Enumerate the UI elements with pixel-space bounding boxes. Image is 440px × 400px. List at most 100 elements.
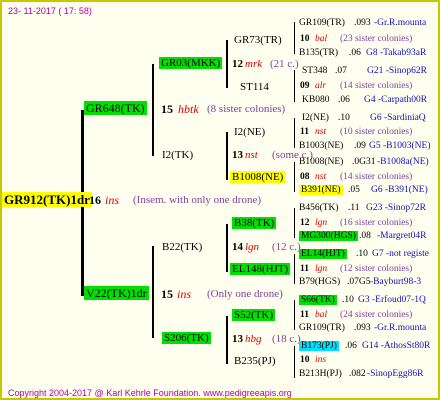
g4-mid-1: .093 bbox=[354, 18, 371, 28]
g4-right-13: G3 -Erfoud07-1Q bbox=[358, 295, 426, 305]
g4-node-9[interactable]: B456(TK) bbox=[299, 203, 339, 214]
g1-note-b: (Only one drone) bbox=[207, 288, 283, 300]
g4-right-3: G21 -Sinop62R bbox=[367, 66, 427, 76]
g3-node-4[interactable]: B1008(NE) bbox=[230, 171, 286, 183]
g3-node-2[interactable]: ST114 bbox=[240, 82, 269, 93]
g4-right-9: G23 -Sinop72R bbox=[366, 203, 426, 213]
g2-race-4: hbg bbox=[245, 333, 262, 345]
g4-node-3[interactable]: ST348 bbox=[302, 66, 328, 77]
g3-race-1: bal bbox=[315, 34, 328, 44]
g2-node-2[interactable]: I2(TK) bbox=[162, 150, 193, 161]
copyright-footer: Copyright 2004-2017 @ Karl Kehrle Founda… bbox=[8, 388, 292, 398]
g4-name-4: KB080 bbox=[302, 95, 330, 105]
g4-name-8: B391(NE) bbox=[299, 185, 343, 195]
g4-right-8: G6 -B391(NE) bbox=[371, 185, 428, 195]
g1-node-b[interactable]: V22(TK)1dr bbox=[84, 286, 149, 300]
g3-node-8[interactable]: B235(PJ) bbox=[234, 356, 276, 367]
connector-g1a-kids bbox=[152, 64, 154, 156]
g4-mid-2: .06 bbox=[349, 48, 361, 58]
g2-node-3[interactable]: B22(TK) bbox=[162, 242, 202, 253]
g3-name-2: ST114 bbox=[240, 81, 269, 93]
g4-node-4[interactable]: KB080 bbox=[302, 95, 330, 106]
g4-right-5: G6 -SardiniaQ bbox=[370, 113, 426, 123]
g3-node-7[interactable]: S52(TK) bbox=[232, 309, 276, 321]
g2-node-4[interactable]: S206(TK) bbox=[162, 332, 211, 344]
g4-name-16: B213H(PJ) bbox=[299, 369, 342, 379]
g3-num-7: 11 bbox=[300, 310, 309, 320]
g4-node-11[interactable]: EL14(HJT) bbox=[299, 249, 347, 260]
g4-node-7[interactable]: B1008(NE) bbox=[299, 157, 343, 168]
g4-mid-16: .082 bbox=[349, 369, 366, 379]
g4-node-14[interactable]: GR109(TR) bbox=[299, 323, 345, 334]
g4-node-2[interactable]: B135(TR) bbox=[299, 48, 338, 59]
root-node[interactable]: GR912(TK)1dr bbox=[2, 192, 92, 207]
g3-race-2: alr bbox=[315, 81, 327, 91]
g4-right-15: G14 -AthosSt80R bbox=[362, 341, 431, 351]
g4-mid-15: .06 bbox=[345, 341, 357, 351]
g4-right-16: -SinopEgg86R bbox=[367, 369, 424, 379]
g4-right-7: -B1008a(NE) bbox=[377, 157, 429, 167]
g2-num-1: 12 bbox=[232, 58, 243, 70]
g4-node-12[interactable]: B79(HGS) bbox=[299, 277, 341, 288]
g4-name-1: GR109(TR) bbox=[299, 18, 345, 28]
connector-g3-6 bbox=[294, 254, 295, 284]
g3-num-6: 11 bbox=[300, 264, 309, 274]
root-num: 16 bbox=[89, 193, 101, 207]
connector-g1b-kids bbox=[152, 246, 154, 338]
g3-name-3: I2(NE) bbox=[234, 126, 266, 138]
g4-node-15[interactable]: B173(PJ) bbox=[299, 341, 339, 352]
g2-note-3: (12 c.) bbox=[272, 241, 301, 253]
g4-node-6[interactable]: B1003(NE) bbox=[299, 141, 344, 152]
g2-num-3: 14 bbox=[232, 241, 243, 253]
connector-g3-1 bbox=[294, 22, 295, 54]
g4-name-3: ST348 bbox=[302, 66, 328, 76]
g4-name-12: B79(HGS) bbox=[299, 277, 341, 287]
g4-node-8[interactable]: B391(NE) bbox=[299, 185, 343, 196]
pedigree-frame: 23- 11-2017 ( 17: 58) GR912(TK)1dr 16 in… bbox=[0, 0, 440, 400]
g4-node-13[interactable]: S66(TK) bbox=[299, 295, 337, 306]
g1-name-b: V22(TK)1dr bbox=[84, 286, 149, 300]
g3-node-3[interactable]: I2(NE) bbox=[234, 127, 265, 138]
g4-name-6: B1003(NE) bbox=[299, 141, 344, 151]
g3-note-6: (12 sister colonies) bbox=[340, 264, 413, 274]
g4-mid-6: .09 bbox=[354, 141, 366, 151]
g3-note-1: (23 sister colonies) bbox=[340, 34, 413, 44]
g4-right-14: -Gr.R.mounta bbox=[374, 323, 427, 333]
g4-right-2: G8 -Takab93aR bbox=[366, 48, 427, 58]
g3-note-7: (24 sister colonies) bbox=[340, 310, 413, 320]
g4-mid-14: .093 bbox=[354, 323, 371, 333]
g4-name-9: B456(TK) bbox=[299, 203, 339, 213]
g3-name-8: B235(PJ) bbox=[234, 355, 276, 367]
g4-right-11: G7 -not registe bbox=[372, 249, 429, 259]
g2-name-4: S206(TK) bbox=[162, 332, 211, 344]
g4-name-10: MG300(HGS) bbox=[299, 231, 358, 241]
g1-note-a: (8 sister colonies) bbox=[207, 103, 286, 115]
connector-g3-2 bbox=[294, 70, 295, 102]
connector-g2-3 bbox=[226, 224, 228, 272]
g3-note-5: (16 sister colonies) bbox=[340, 218, 413, 228]
g4-node-5[interactable]: I2(NE) bbox=[302, 113, 329, 124]
g4-node-10[interactable]: MG300(HGS) bbox=[299, 231, 358, 242]
g4-right-1: -Gr.R.mounta bbox=[374, 18, 427, 28]
g3-race-8: ins bbox=[315, 355, 327, 365]
g3-race-6: lgn bbox=[315, 264, 328, 274]
g1-race-a: hbtk bbox=[178, 102, 199, 116]
g4-mid-11: .10 bbox=[356, 249, 368, 259]
g2-node-1[interactable]: GR03(MKK) bbox=[159, 57, 223, 69]
g3-race-4: nst bbox=[315, 172, 327, 182]
connector-g3-8 bbox=[294, 346, 295, 378]
g3-race-7: bal bbox=[315, 310, 328, 320]
g4-node-1[interactable]: GR109(TR) bbox=[299, 18, 345, 29]
g3-node-6[interactable]: EL148(HJT) bbox=[230, 263, 291, 275]
g2-race-1: mrk bbox=[245, 58, 263, 70]
g3-node-1[interactable]: GR73(TR) bbox=[234, 35, 282, 46]
g2-num-4: 13 bbox=[232, 333, 243, 345]
g3-node-5[interactable]: B38(TK) bbox=[232, 217, 277, 229]
g1-node-a[interactable]: GR648(TK) bbox=[84, 101, 147, 115]
g4-node-16[interactable]: B213H(PJ) bbox=[299, 369, 342, 380]
g4-mid-4: .06 bbox=[338, 95, 350, 105]
g4-right-12: -Bayburt98-3 bbox=[370, 277, 422, 287]
g4-mid-12: .07G5 bbox=[347, 277, 371, 287]
connector-g3-3 bbox=[294, 118, 295, 148]
g3-num-5: 12 bbox=[300, 218, 310, 228]
